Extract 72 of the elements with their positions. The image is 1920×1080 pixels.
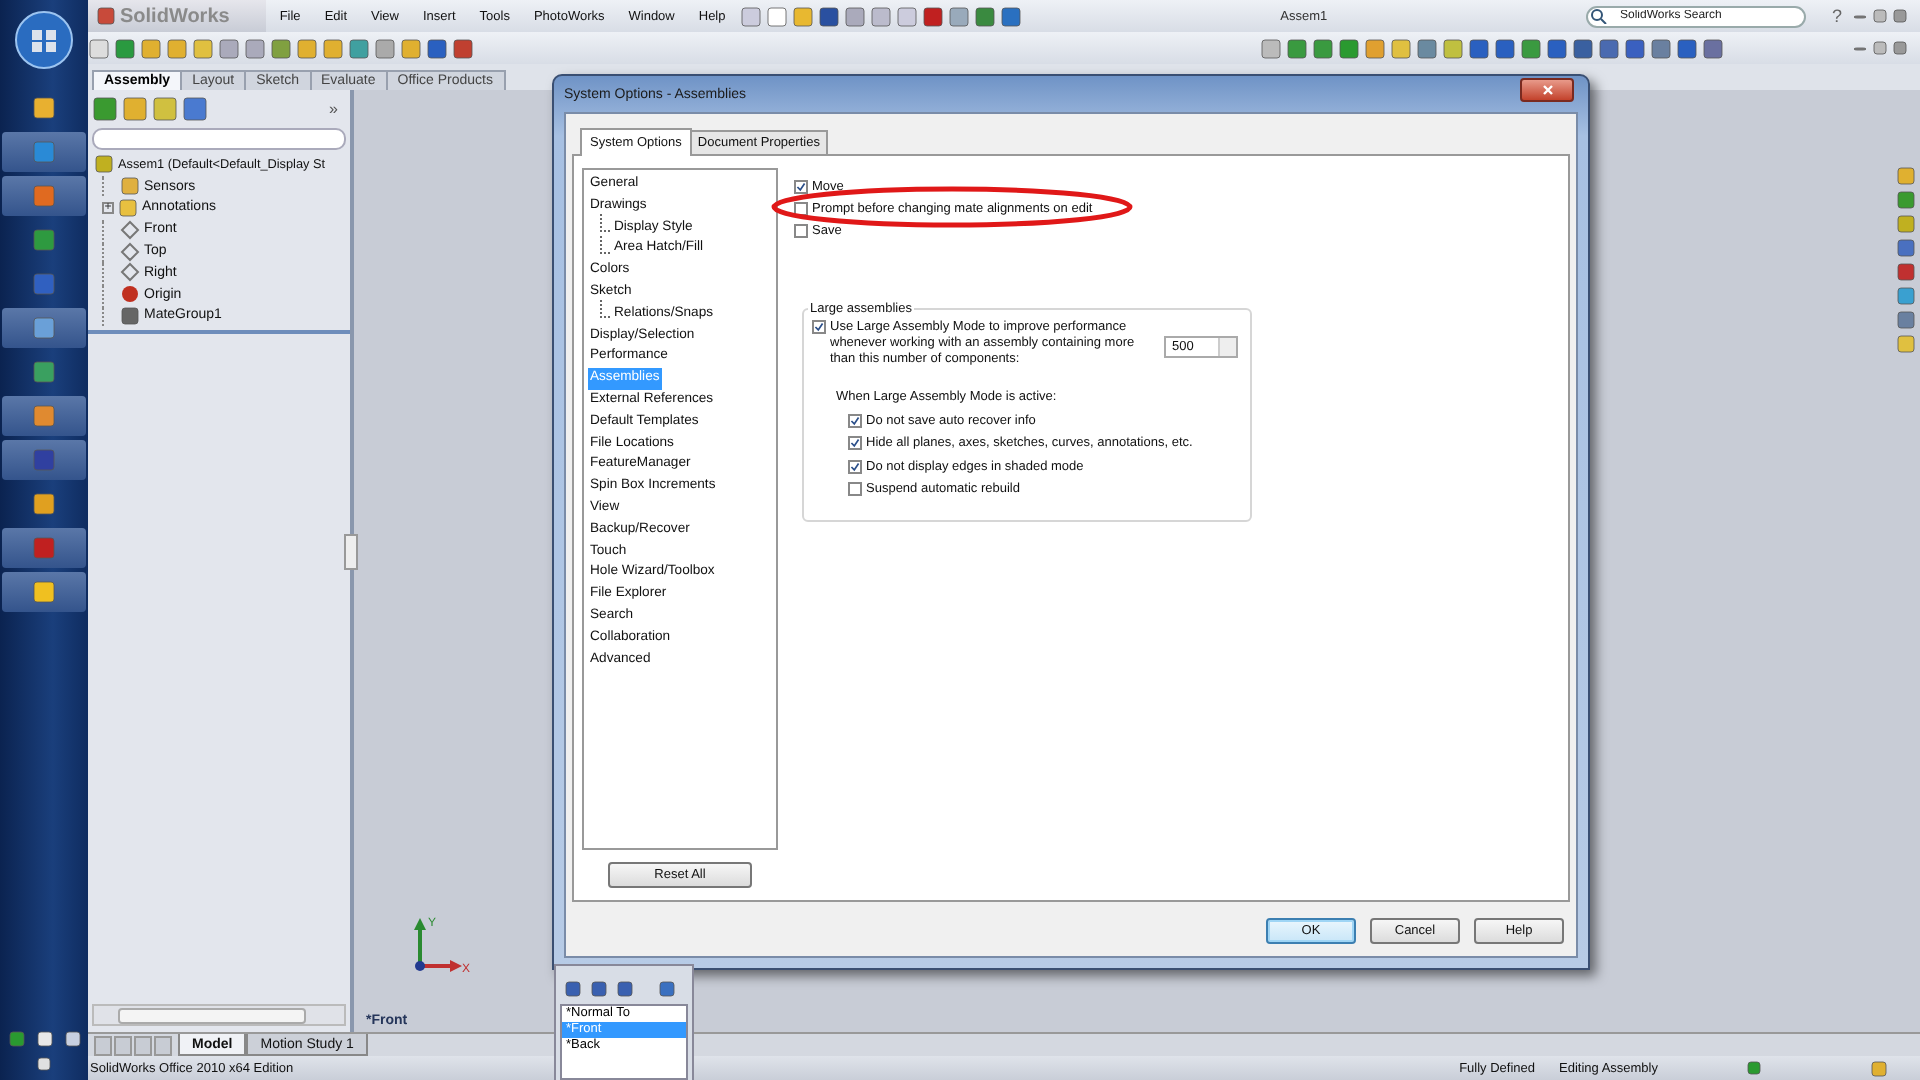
app-icon[interactable] xyxy=(32,404,56,428)
toolbar-icon[interactable] xyxy=(1442,37,1464,59)
tray-icon[interactable] xyxy=(7,1030,25,1048)
toolbar-icon[interactable] xyxy=(166,37,188,59)
toolbar-icon[interactable] xyxy=(1364,37,1386,59)
checkbox[interactable] xyxy=(794,202,808,216)
toolbar-icon[interactable] xyxy=(1260,37,1282,59)
toolbar-icon[interactable] xyxy=(140,37,162,59)
toolbar-icon[interactable] xyxy=(1546,37,1568,59)
toolbar-icon[interactable] xyxy=(843,5,866,27)
toolbar-icon[interactable] xyxy=(400,37,422,59)
toolbar-icon[interactable] xyxy=(1650,37,1672,59)
toolbar-icon[interactable] xyxy=(348,37,370,59)
toolbar-icon[interactable] xyxy=(1338,37,1360,59)
toolbar-icon[interactable] xyxy=(322,37,344,59)
minimize-icon[interactable] xyxy=(1852,13,1868,19)
plane-icon xyxy=(120,262,140,283)
app-icon[interactable] xyxy=(32,316,56,340)
toolbar-icon[interactable] xyxy=(1598,37,1620,59)
toolbar-icon[interactable] xyxy=(947,5,970,27)
minimize-icon[interactable] xyxy=(1852,45,1868,51)
toolbar-icon[interactable] xyxy=(999,5,1022,27)
toolbar-icon[interactable] xyxy=(1520,37,1542,59)
toolbar-icon[interactable] xyxy=(1416,37,1438,59)
checkbox[interactable] xyxy=(848,413,862,428)
app-icon[interactable] xyxy=(32,228,56,252)
toolbar-icon[interactable] xyxy=(426,37,448,59)
toolbar-icon[interactable] xyxy=(114,37,136,59)
checkbox[interactable] xyxy=(812,320,826,334)
toolbar-icon[interactable] xyxy=(739,5,762,27)
help-button[interactable]: ? xyxy=(1825,6,1848,26)
tray-icon[interactable] xyxy=(63,1030,81,1048)
toolbar-icon[interactable] xyxy=(218,37,240,59)
toolbar-icon[interactable] xyxy=(895,5,918,27)
checkbox[interactable] xyxy=(848,436,862,451)
horizontal-scrollbar[interactable] xyxy=(92,1004,346,1026)
checkbox[interactable] xyxy=(794,224,808,238)
app-icon[interactable] xyxy=(32,580,56,604)
toolbar-icon[interactable] xyxy=(791,5,814,27)
toolbar-icon[interactable] xyxy=(1390,37,1412,59)
start-orb-icon[interactable] xyxy=(14,10,74,70)
filter-field[interactable] xyxy=(92,128,346,150)
close-button[interactable] xyxy=(1520,78,1574,102)
checkbox[interactable] xyxy=(848,482,862,497)
plane-icon xyxy=(120,219,140,240)
toolbar-icon[interactable] xyxy=(1572,37,1594,59)
toolbar-icon[interactable] xyxy=(1624,37,1646,59)
app-icon[interactable] xyxy=(32,96,56,120)
toolbar-icon[interactable] xyxy=(1494,37,1516,59)
app-icon[interactable] xyxy=(32,360,56,384)
panel-splitter[interactable] xyxy=(344,534,358,570)
toolbar-icon[interactable] xyxy=(1468,37,1490,59)
toolbar-icon[interactable] xyxy=(296,37,318,59)
toolbar-icon[interactable] xyxy=(921,5,944,27)
toolbar-icon[interactable] xyxy=(1676,37,1698,59)
toolbar-icon[interactable] xyxy=(1286,37,1308,59)
checkbox[interactable] xyxy=(848,459,862,474)
toolbar-icon[interactable] xyxy=(270,37,292,59)
app-icon[interactable] xyxy=(32,492,56,516)
toolbar-icon[interactable] xyxy=(817,5,840,27)
toolbar-icon[interactable] xyxy=(244,37,266,59)
logo-icon xyxy=(96,6,116,26)
toolbar-icon[interactable] xyxy=(374,37,396,59)
toolbar-icon[interactable] xyxy=(452,37,474,59)
checkbox[interactable] xyxy=(794,180,808,194)
toolbar-icon[interactable] xyxy=(1312,37,1334,59)
toolbar-icon[interactable] xyxy=(192,37,214,59)
toolbar-icon[interactable] xyxy=(1702,37,1724,59)
toolbar-icon[interactable] xyxy=(973,5,996,27)
expand-panel-button[interactable]: » xyxy=(329,100,346,118)
toolbar-icon[interactable] xyxy=(869,5,892,27)
plane-icon xyxy=(120,241,140,262)
